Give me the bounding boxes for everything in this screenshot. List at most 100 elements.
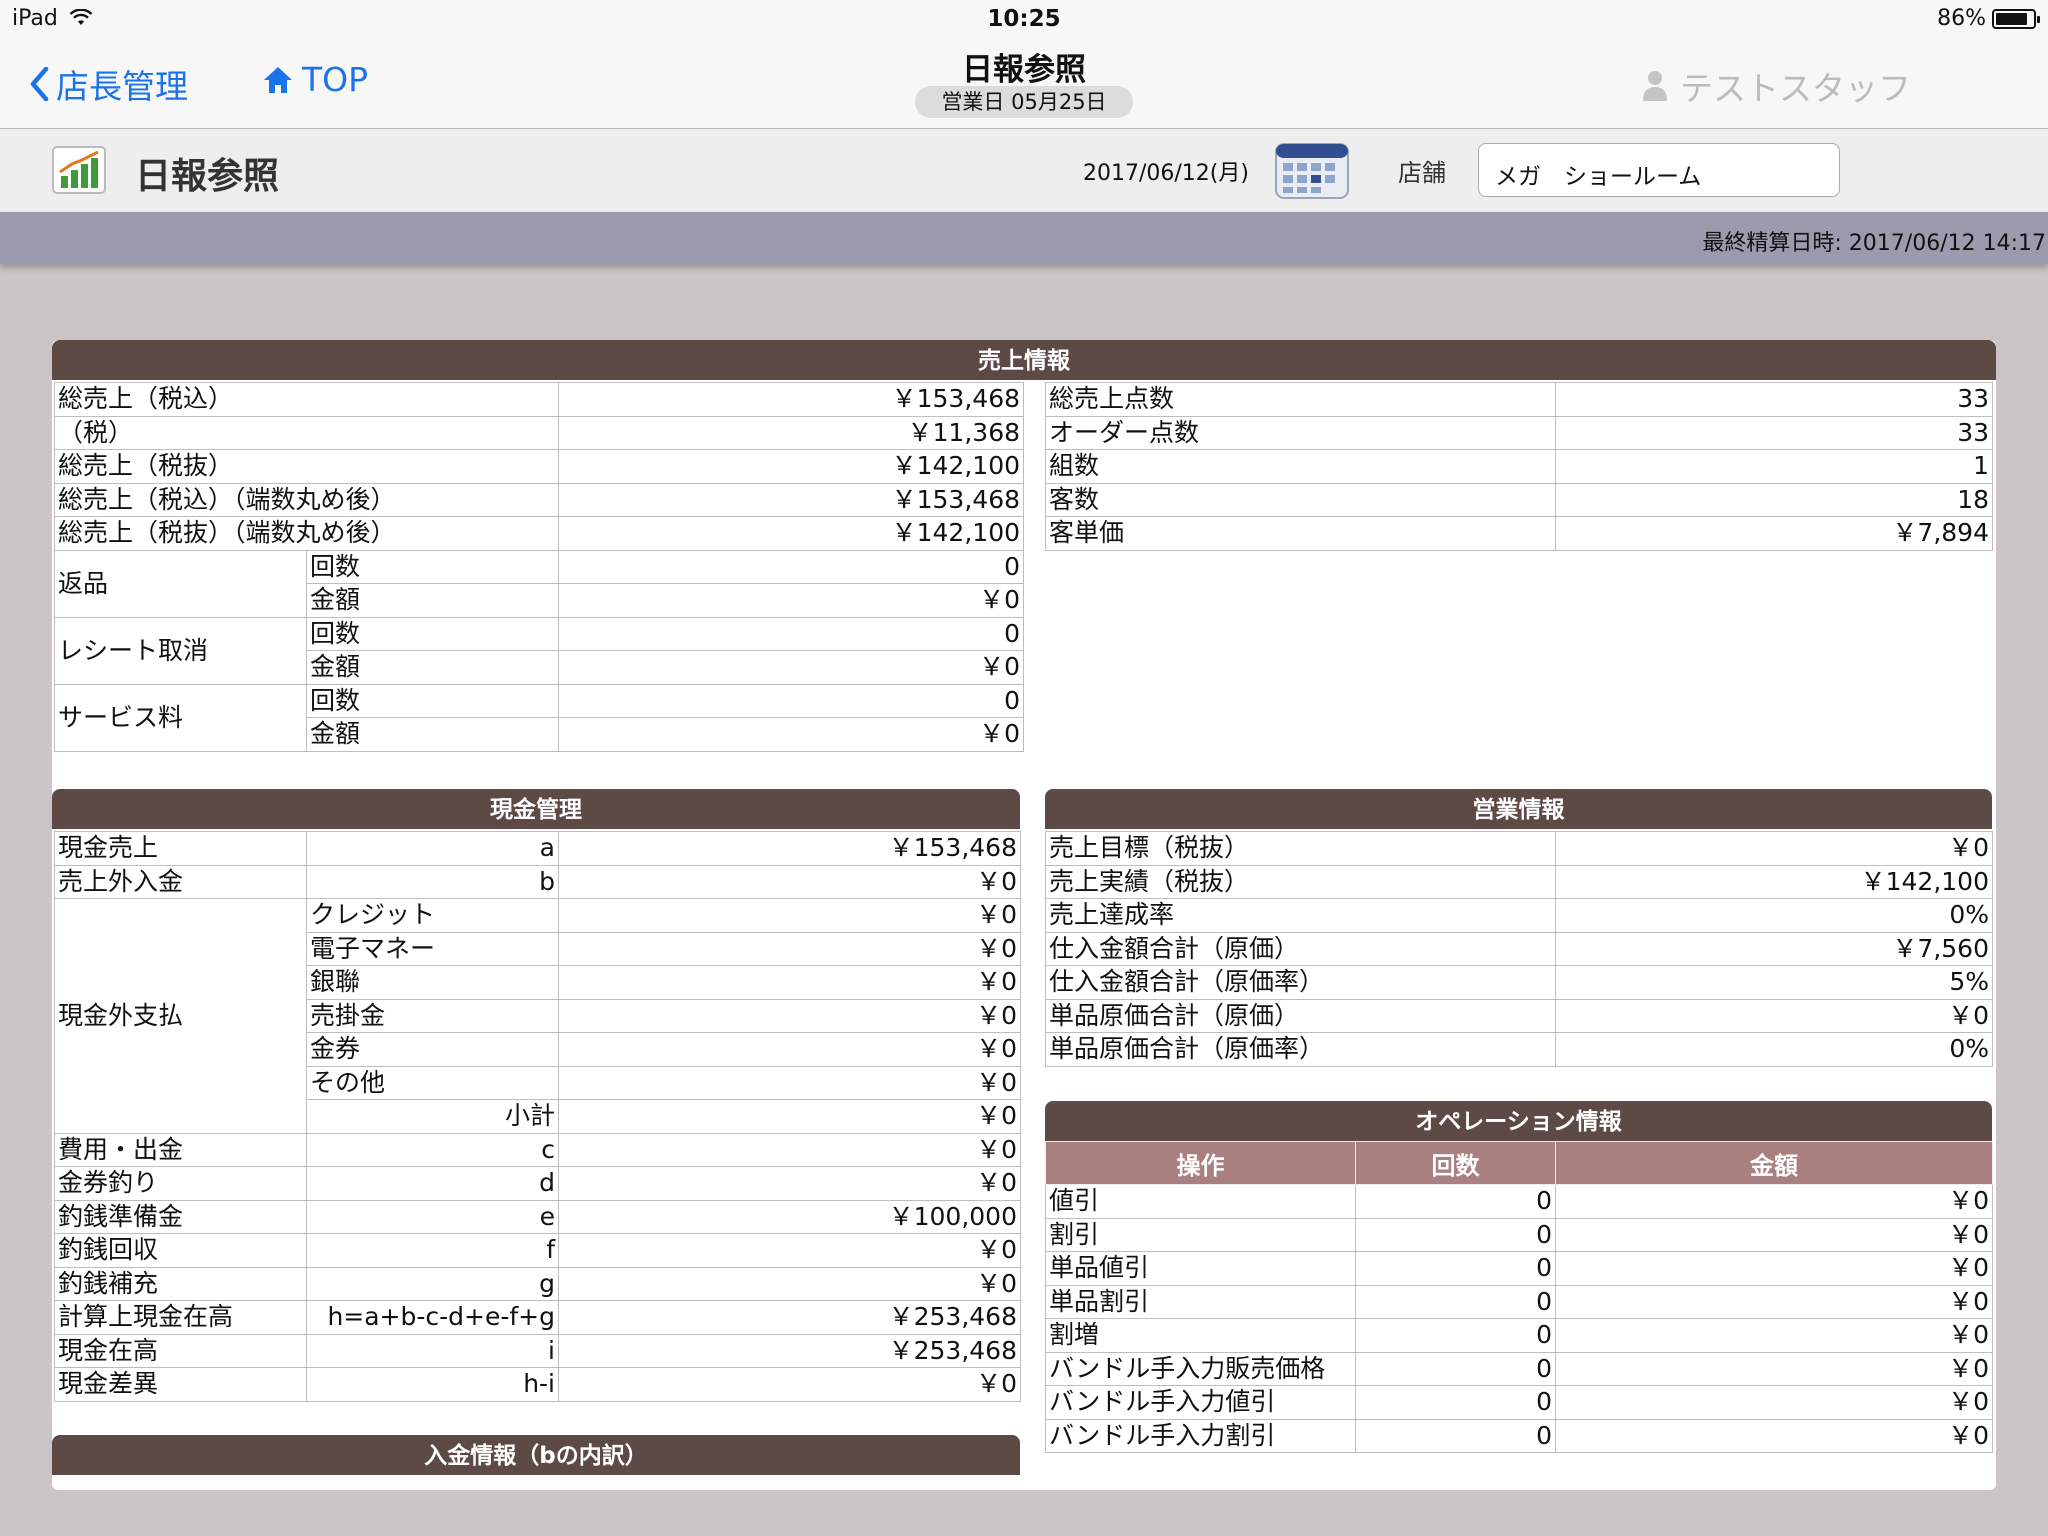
row-value: 0 bbox=[558, 683, 1025, 718]
table-row: 釣銭補充 g ￥0 bbox=[54, 1266, 1021, 1301]
table-row: 総売上（税込） ￥153,468 bbox=[53, 382, 1025, 417]
row-label: 金額 bbox=[305, 583, 560, 618]
row-value: ￥153,468 bbox=[558, 831, 1021, 866]
row-label: 売上実績（税抜） bbox=[1045, 864, 1556, 899]
row-label: 総売上点数 bbox=[1045, 382, 1556, 417]
store-select[interactable]: メガ ショールーム bbox=[1478, 143, 1840, 197]
calendar-icon[interactable] bbox=[1275, 143, 1349, 199]
group-label: レシート取消 bbox=[54, 616, 307, 685]
row-label: バンドル手入力値引 bbox=[1045, 1385, 1356, 1420]
table-row: 売上外入金 b ￥0 bbox=[54, 864, 1021, 899]
table-row: 金券釣り d ￥0 bbox=[54, 1166, 1021, 1201]
row-code: i bbox=[306, 1333, 559, 1368]
table-row: 割引 0 ￥0 bbox=[1045, 1217, 1993, 1252]
operation-table: 操作 回数 金額 値引 0 ￥0 割引 0 ￥0 単品値引 0 ￥0 単品割引 0 ￥0 割増 0 ￥0 バン… bbox=[1045, 1141, 1993, 1453]
user-button[interactable]: テストスタッフ bbox=[1640, 62, 1911, 110]
table-row: 現金売上 a ￥153,468 bbox=[54, 831, 1021, 866]
row-label: 金額 bbox=[305, 650, 560, 685]
row-label: 金額 bbox=[305, 717, 560, 752]
table-row: （税） ￥11,368 bbox=[53, 415, 1025, 450]
row-label: その他 bbox=[306, 1065, 559, 1100]
row-label: 総売上（税抜） bbox=[53, 449, 560, 484]
row-value: ￥0 bbox=[1555, 998, 1993, 1033]
table-row: オーダー点数 33 bbox=[1045, 415, 1993, 450]
row-value: ￥0 bbox=[1555, 831, 1993, 866]
row-count: 0 bbox=[1355, 1251, 1556, 1286]
row-value: 5% bbox=[1555, 965, 1993, 1000]
table-row: 売上実績（税抜） ￥142,100 bbox=[1045, 864, 1993, 899]
row-label: 割増 bbox=[1045, 1318, 1356, 1353]
row-value: ￥153,468 bbox=[558, 382, 1025, 417]
table-row: 現金差異 h-i ￥0 bbox=[54, 1367, 1021, 1402]
table-row: 仕入金額合計（原価） ￥7,560 bbox=[1045, 931, 1993, 966]
row-value: ￥0 bbox=[558, 650, 1025, 685]
row-value: ￥0 bbox=[558, 1132, 1021, 1167]
battery-percent: 86% bbox=[1937, 6, 1986, 31]
row-value: ￥7,894 bbox=[1555, 516, 1993, 551]
table-row: 売上達成率 0% bbox=[1045, 898, 1993, 933]
row-label: 金券釣り bbox=[54, 1166, 307, 1201]
table-row: 総売上（税込）（端数丸め後） ￥153,468 bbox=[53, 482, 1025, 517]
store-label: 店舗 bbox=[1398, 159, 1446, 187]
report-date: 2017/06/12(月) bbox=[1083, 161, 1249, 186]
row-label: 釣銭準備金 bbox=[54, 1199, 307, 1234]
row-count: 0 bbox=[1355, 1284, 1556, 1319]
row-label: 回数 bbox=[305, 549, 560, 584]
cash-table: 現金売上 a ￥153,468 売上外入金 b ￥0 現金外支払 クレジット ￥0 電子マネー ￥0… bbox=[54, 831, 1021, 1402]
row-label: 総売上（税込）（端数丸め後） bbox=[53, 482, 560, 517]
row-amount: ￥0 bbox=[1555, 1184, 1993, 1219]
op-col-amount: 金額 bbox=[1555, 1141, 1993, 1185]
row-amount: ￥0 bbox=[1555, 1318, 1993, 1353]
row-label: 金券 bbox=[306, 1032, 559, 1067]
row-code: c bbox=[306, 1132, 559, 1167]
sales-right-table: 総売上点数 33 オーダー点数 33 組数 1 客数 18 客単価 ￥7,894 bbox=[1045, 382, 1993, 551]
row-count: 0 bbox=[1355, 1418, 1556, 1453]
table-row: 単品原価合計（原価） ￥0 bbox=[1045, 998, 1993, 1033]
row-value: ￥0 bbox=[558, 1166, 1021, 1201]
row-label: バンドル手入力割引 bbox=[1045, 1418, 1356, 1453]
subtotal-value: ￥0 bbox=[558, 1099, 1021, 1134]
table-row: 客数 18 bbox=[1045, 482, 1993, 517]
row-label: 仕入金額合計（原価） bbox=[1045, 931, 1556, 966]
page-header: 日報参照 2017/06/12(月) 店舗 メガ ショールーム bbox=[0, 129, 2048, 212]
battery-fill bbox=[1996, 12, 2027, 25]
row-label: 銀聯 bbox=[306, 965, 559, 1000]
navigation-bar: 店長管理 TOP 日報参照 営業日 05月25日 テストスタッフ bbox=[0, 40, 2048, 129]
row-value: 0 bbox=[558, 549, 1025, 584]
table-row: レシート取消 回数 0 bbox=[54, 616, 1025, 685]
row-label: 割引 bbox=[1045, 1217, 1356, 1252]
row-label: 現金差異 bbox=[54, 1367, 307, 1402]
table-row: バンドル手入力値引 0 ￥0 bbox=[1045, 1385, 1993, 1420]
user-name: テストスタッフ bbox=[1680, 69, 1911, 108]
row-code: h=a+b-c-d+e-f+g bbox=[306, 1300, 559, 1335]
table-row: 単品原価合計（原価率） 0% bbox=[1045, 1032, 1993, 1067]
row-count: 0 bbox=[1355, 1184, 1556, 1219]
row-label: 計算上現金在高 bbox=[54, 1300, 307, 1335]
table-row: 現金在高 i ￥253,468 bbox=[54, 1333, 1021, 1368]
row-value: ￥0 bbox=[558, 1032, 1021, 1067]
row-label: 総売上（税抜）（端数丸め後） bbox=[53, 516, 560, 551]
last-settlement-bar: 最終精算日時: 2017/06/12 14:17 bbox=[0, 212, 2048, 264]
row-label: 現金在高 bbox=[54, 1333, 307, 1368]
row-value: ￥0 bbox=[558, 864, 1021, 899]
row-value: ￥0 bbox=[558, 1367, 1021, 1402]
status-time: 10:25 bbox=[987, 6, 1061, 32]
row-value: ￥0 bbox=[558, 717, 1025, 752]
group-label: 返品 bbox=[54, 549, 307, 618]
person-icon bbox=[1643, 71, 1667, 101]
row-label: オーダー点数 bbox=[1045, 415, 1556, 450]
table-row: 釣銭準備金 e ￥100,000 bbox=[54, 1199, 1021, 1234]
table-row: 費用・出金 c ￥0 bbox=[54, 1132, 1021, 1167]
status-bar: iPad 10:25 86% bbox=[0, 0, 2048, 40]
row-label: 単品値引 bbox=[1045, 1251, 1356, 1286]
row-label: 組数 bbox=[1045, 449, 1556, 484]
op-col-operation: 操作 bbox=[1045, 1141, 1356, 1185]
row-label: 売上達成率 bbox=[1045, 898, 1556, 933]
table-row: バンドル手入力販売価格 0 ￥0 bbox=[1045, 1351, 1993, 1386]
row-value: 0 bbox=[558, 616, 1025, 651]
row-amount: ￥0 bbox=[1555, 1418, 1993, 1453]
business-table: 売上目標（税抜） ￥0 売上実績（税抜） ￥142,100 売上達成率 0% 仕入金額合計（… bbox=[1045, 831, 1993, 1067]
row-count: 0 bbox=[1355, 1385, 1556, 1420]
row-amount: ￥0 bbox=[1555, 1217, 1993, 1252]
table-row: 単品割引 0 ￥0 bbox=[1045, 1284, 1993, 1319]
